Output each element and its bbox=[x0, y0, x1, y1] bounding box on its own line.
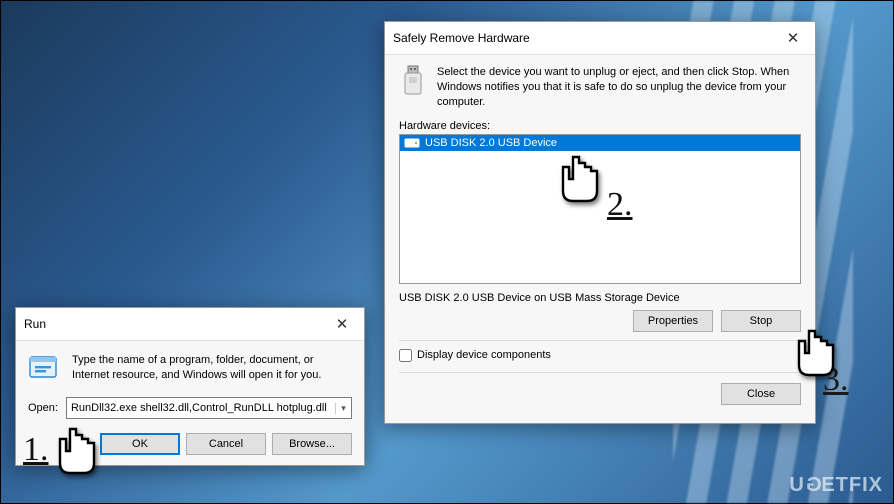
run-dialog: Run ✕ Type the name of a program, folder… bbox=[15, 307, 365, 466]
device-list[interactable]: USB DISK 2.0 USB Device bbox=[399, 134, 801, 284]
display-components-label: Display device components bbox=[417, 349, 551, 361]
stop-button[interactable]: Stop bbox=[721, 310, 801, 332]
annotation-step-2: 2. bbox=[607, 186, 633, 224]
srh-titlebar[interactable]: Safely Remove Hardware ✕ bbox=[385, 22, 815, 55]
annotation-step-3: 3. bbox=[823, 361, 849, 399]
usb-icon bbox=[399, 65, 427, 97]
annotation-step-1: 1. bbox=[23, 431, 49, 469]
device-item-usb-disk[interactable]: USB DISK 2.0 USB Device bbox=[400, 135, 800, 151]
open-label: Open: bbox=[28, 402, 58, 414]
chevron-down-icon[interactable]: ▾ bbox=[335, 403, 351, 414]
watermark: UGETFIX bbox=[789, 474, 883, 497]
close-button[interactable]: Close bbox=[721, 383, 801, 405]
cancel-button[interactable]: Cancel bbox=[186, 433, 266, 455]
run-titlebar[interactable]: Run ✕ bbox=[16, 308, 364, 341]
device-item-label: USB DISK 2.0 USB Device bbox=[425, 137, 557, 149]
divider bbox=[399, 340, 801, 341]
safely-remove-hardware-dialog: Safely Remove Hardware ✕ Select the devi… bbox=[384, 21, 816, 424]
srh-description: Select the device you want to unplug or … bbox=[437, 65, 801, 110]
ok-button[interactable]: OK bbox=[100, 433, 180, 455]
run-title: Run bbox=[24, 317, 46, 331]
browse-button[interactable]: Browse... bbox=[272, 433, 352, 455]
hardware-devices-label: Hardware devices: bbox=[399, 120, 801, 132]
run-body: Type the name of a program, folder, docu… bbox=[16, 341, 364, 465]
properties-button[interactable]: Properties bbox=[633, 310, 713, 332]
srh-body: Select the device you want to unplug or … bbox=[385, 55, 815, 423]
open-input[interactable] bbox=[67, 402, 335, 414]
close-icon[interactable]: ✕ bbox=[779, 28, 807, 48]
display-components-checkbox[interactable] bbox=[399, 349, 412, 362]
selected-device-description: USB DISK 2.0 USB Device on USB Mass Stor… bbox=[399, 292, 801, 304]
run-description: Type the name of a program, folder, docu… bbox=[72, 353, 352, 383]
open-combobox[interactable]: ▾ bbox=[66, 397, 352, 419]
srh-title: Safely Remove Hardware bbox=[393, 31, 530, 45]
drive-icon bbox=[404, 137, 420, 149]
run-program-icon bbox=[28, 353, 62, 383]
close-icon[interactable]: ✕ bbox=[328, 314, 356, 334]
